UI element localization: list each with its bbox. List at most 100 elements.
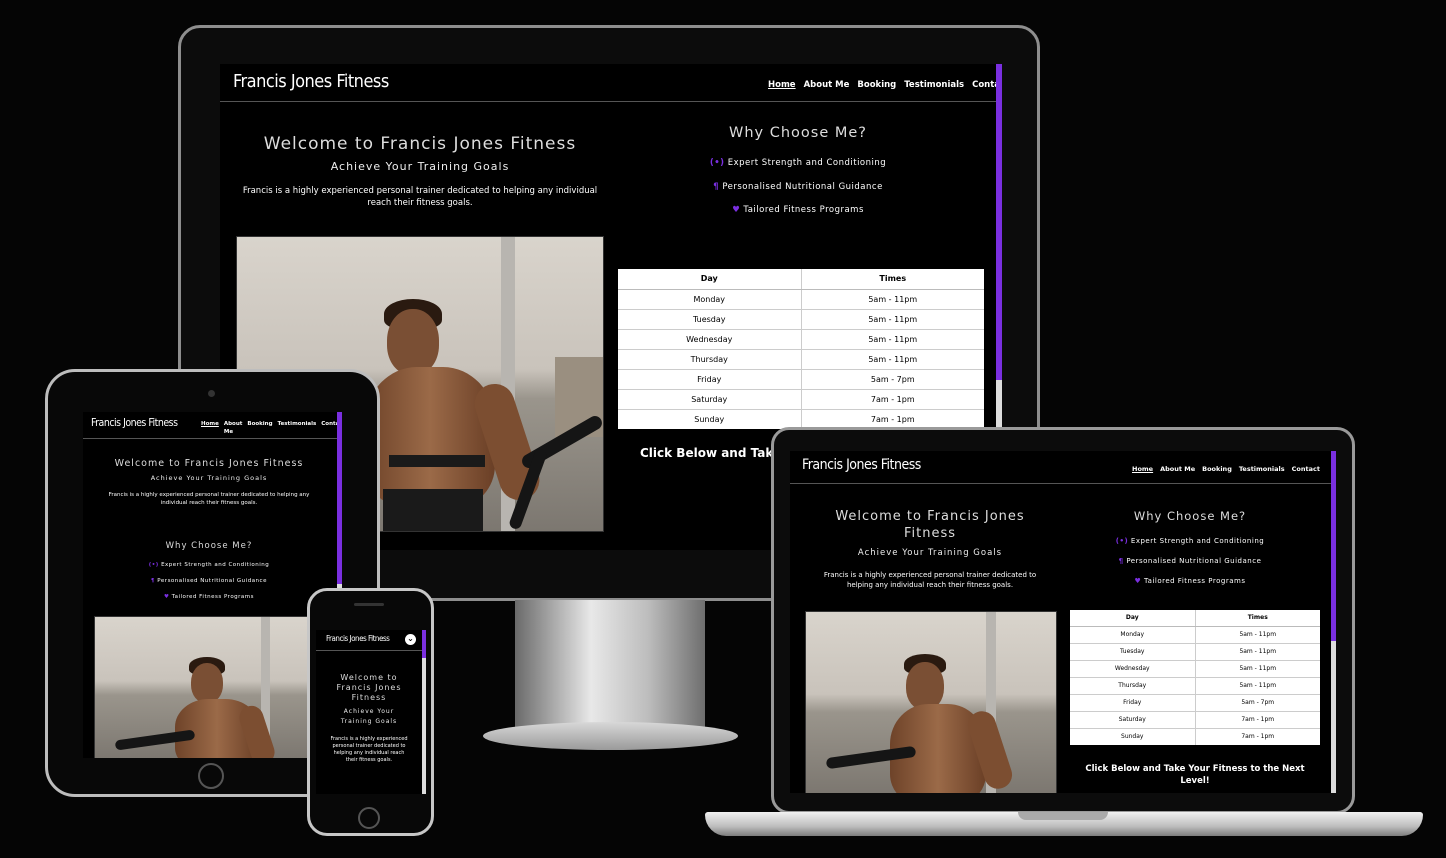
nav-link-testimonials[interactable]: Testimonials xyxy=(278,421,317,436)
feature-text: Personalised Nutritional Guidance xyxy=(157,578,267,584)
camera-icon xyxy=(208,390,215,397)
scrollbar-thumb[interactable] xyxy=(337,412,342,584)
navbar: Francis Jones Fitness ⌄ xyxy=(316,630,426,651)
trainer-photo xyxy=(94,616,326,758)
utensils-icon: ¶ xyxy=(713,182,720,192)
why-choose-heading: Why Choose Me? xyxy=(165,541,253,551)
times-cell: 5am - 11pm xyxy=(801,348,984,369)
monitor-stand xyxy=(515,600,705,730)
table-row: Sunday 7am - 1pm xyxy=(618,408,984,429)
laptop-notch xyxy=(1018,812,1108,820)
nav-menu: Home About Me Booking Testimonials Conta… xyxy=(1132,465,1320,473)
trainer-photo xyxy=(805,611,1057,793)
table-row: Wednesday 5am - 11pm xyxy=(1070,659,1320,677)
brand-logo[interactable]: Francis Jones Fitness xyxy=(326,634,390,643)
day-cell: Monday xyxy=(618,288,802,309)
feature-strength: (•) Expert Strength and Conditioning xyxy=(83,562,335,568)
brand-logo[interactable]: Francis Jones Fitness xyxy=(233,71,389,92)
heart-icon: ♥ xyxy=(163,594,170,600)
day-cell: Wednesday xyxy=(618,328,802,349)
nav-link-testimonials[interactable]: Testimonials xyxy=(904,80,964,90)
nav-link-home[interactable]: Home xyxy=(1132,465,1153,473)
cta-text: Click Below and Take Your Fitness to the… xyxy=(1085,764,1305,786)
times-cell: 5am - 11pm xyxy=(801,288,984,309)
schedule-table: Day Times Monday 5am - 11pm Tuesday 5am - 1… xyxy=(618,269,984,429)
intro-text: Francis is a highly experienced personal… xyxy=(330,736,408,763)
why-choose-heading: Why Choose Me? xyxy=(729,125,867,141)
subtitle: Achieve Your Training Goals xyxy=(857,548,1003,558)
intro-text: Francis is a highly experienced personal… xyxy=(823,571,1037,589)
table-row: Thursday 5am - 11pm xyxy=(618,348,984,369)
nav-link-about[interactable]: About Me xyxy=(224,421,243,436)
laptop-site-screen: Francis Jones Fitness Home About Me Book… xyxy=(790,451,1336,793)
times-cell: 5am - 11pm xyxy=(801,308,984,329)
feature-text: Expert Strength and Conditioning xyxy=(727,158,887,168)
feature-nutrition: ¶ Personalised Nutritional Guidance xyxy=(618,182,978,192)
nav-link-booking[interactable]: Booking xyxy=(1202,465,1232,473)
nav-menu: Home About Me Booking Testimonials Conta… xyxy=(768,80,1002,90)
scrollbar-thumb[interactable] xyxy=(422,630,426,658)
nav-link-about[interactable]: About Me xyxy=(1160,465,1195,473)
nav-link-home[interactable]: Home xyxy=(768,80,796,90)
day-cell: Friday xyxy=(618,368,802,389)
scrollbar-thumb[interactable] xyxy=(996,64,1002,380)
phone-site-screen: Francis Jones Fitness ⌄ Welcome to Franci… xyxy=(316,630,426,794)
col-header-times: Times xyxy=(801,269,984,290)
nav-link-contact[interactable]: Contact xyxy=(1292,465,1320,473)
times-cell: 5am - 7pm xyxy=(1195,693,1320,711)
day-cell: Wednesday xyxy=(1070,659,1196,677)
heart-icon: ♥ xyxy=(732,205,741,215)
menu-toggle-icon[interactable]: ⌄ xyxy=(405,634,416,645)
times-cell: 7am - 1pm xyxy=(801,388,984,409)
brand-logo[interactable]: Francis Jones Fitness xyxy=(802,457,921,473)
table-row: Wednesday 5am - 11pm xyxy=(618,328,984,349)
col-header-day: Day xyxy=(1070,610,1196,627)
brand-logo[interactable]: Francis Jones Fitness xyxy=(91,417,178,429)
table-row: Friday 5am - 7pm xyxy=(1070,693,1320,711)
nav-link-testimonials[interactable]: Testimonials xyxy=(1239,465,1285,473)
times-cell: 7am - 1pm xyxy=(801,408,984,429)
tablet-site-screen: Francis Jones Fitness Home About Me Booki… xyxy=(83,412,342,758)
feature-strength: (•) Expert Strength and Conditioning xyxy=(618,158,978,168)
nav-menu: Home AboutMe Booking Testimonials Contac… xyxy=(201,421,342,436)
nav-link-booking[interactable]: Booking xyxy=(857,80,896,90)
navbar: Francis Jones Fitness Home About Me Book… xyxy=(790,451,1336,484)
scrollbar-track[interactable] xyxy=(422,658,426,794)
feature-nutrition: ¶ Personalised Nutritional Guidance xyxy=(83,578,335,584)
nav-link-booking[interactable]: Booking xyxy=(247,421,272,436)
times-cell: 5am - 11pm xyxy=(1195,659,1320,677)
feature-programs: ♥ Tailored Fitness Programs xyxy=(83,594,335,600)
times-cell: 7am - 1pm xyxy=(1195,710,1320,728)
day-cell: Sunday xyxy=(618,408,802,429)
day-cell: Tuesday xyxy=(618,308,802,329)
times-cell: 5am - 7pm xyxy=(801,368,984,389)
table-row: Sunday 7am - 1pm xyxy=(1070,727,1320,745)
feature-text: Expert Strength and Conditioning xyxy=(161,562,270,568)
col-header-day: Day xyxy=(618,269,802,290)
table-row: Friday 5am - 7pm xyxy=(618,368,984,389)
day-cell: Saturday xyxy=(1070,710,1196,728)
nav-link-home[interactable]: Home xyxy=(201,421,219,436)
intro-text: Francis is a highly experienced personal… xyxy=(108,492,310,506)
day-cell: Sunday xyxy=(1070,727,1196,745)
feature-text: Tailored Fitness Programs xyxy=(1144,577,1246,585)
times-cell: 5am - 11pm xyxy=(1195,625,1320,643)
scrollbar-track[interactable] xyxy=(1331,641,1336,793)
navbar: Francis Jones Fitness Home About Me Book… xyxy=(220,64,1002,102)
nav-link-about[interactable]: About Me xyxy=(804,80,850,90)
dumbbell-icon: (•) xyxy=(1115,537,1129,545)
feature-programs: ♥ Tailored Fitness Programs xyxy=(1070,577,1310,585)
times-cell: 5am - 11pm xyxy=(801,328,984,349)
dumbbell-icon: (•) xyxy=(709,158,725,168)
table-row: Saturday 7am - 1pm xyxy=(618,388,984,409)
scrollbar-thumb[interactable] xyxy=(1331,451,1336,641)
welcome-heading: Welcome to Francis Jones Fitness xyxy=(835,509,1025,541)
heart-icon: ♥ xyxy=(1134,577,1142,585)
feature-text: Expert Strength and Conditioning xyxy=(1130,537,1265,545)
table-row: Monday 5am - 11pm xyxy=(1070,625,1320,643)
col-header-times: Times xyxy=(1195,610,1320,627)
feature-programs: ♥ Tailored Fitness Programs xyxy=(618,205,978,215)
day-cell: Thursday xyxy=(1070,676,1196,694)
utensils-icon: ¶ xyxy=(1118,557,1124,565)
table-row: Saturday 7am - 1pm xyxy=(1070,710,1320,728)
